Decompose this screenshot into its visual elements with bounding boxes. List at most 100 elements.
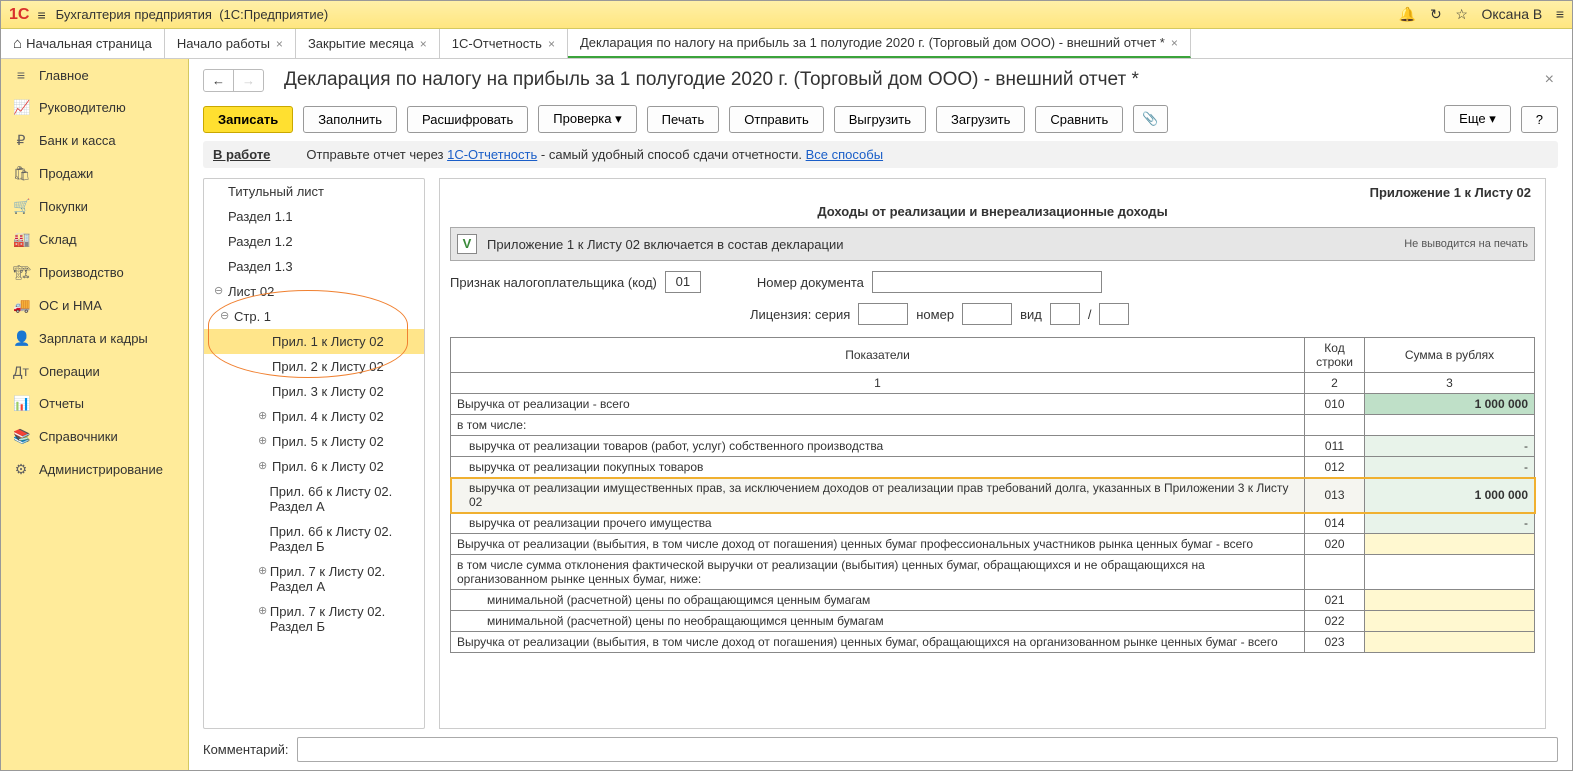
tab-month-close[interactable]: Закрытие месяца×: [296, 29, 440, 58]
table-row[interactable]: Выручка от реализации - всего0101 000 00…: [451, 394, 1535, 415]
row-sum[interactable]: [1365, 590, 1535, 611]
section-tree[interactable]: Титульный листРаздел 1.1Раздел 1.2Раздел…: [203, 178, 425, 729]
table-row[interactable]: минимальной (расчетной) цены по обращающ…: [451, 590, 1535, 611]
license-series-input[interactable]: [858, 303, 908, 325]
fill-button[interactable]: Заполнить: [303, 106, 397, 133]
row-sum[interactable]: 1 000 000: [1365, 478, 1535, 513]
more-button[interactable]: Еще ▾: [1444, 105, 1511, 133]
tree-item[interactable]: Прил. 2 к Листу 02: [204, 354, 424, 379]
tree-item[interactable]: ⊕Прил. 6 к Листу 02: [204, 454, 424, 479]
sidebar-item[interactable]: 👤Зарплата и кадры: [1, 322, 188, 355]
row-sum[interactable]: [1365, 632, 1535, 653]
table-row[interactable]: в том числе:: [451, 415, 1535, 436]
sidebar-item[interactable]: ⚙Администрирование: [1, 453, 188, 486]
table-row[interactable]: минимальной (расчетной) цены по необраща…: [451, 611, 1535, 632]
row-sum[interactable]: -: [1365, 436, 1535, 457]
include-checkbox[interactable]: V: [457, 234, 477, 254]
close-icon[interactable]: ×: [548, 37, 555, 51]
tree-toggle-icon[interactable]: ⊕: [258, 604, 270, 617]
row-sum[interactable]: -: [1365, 513, 1535, 534]
tree-item[interactable]: ⊖Лист 02: [204, 279, 424, 304]
tree-item[interactable]: Прил. 6б к Листу 02. Раздел А: [204, 479, 424, 519]
tab-home[interactable]: Начальная страница: [1, 29, 165, 58]
user-name[interactable]: Оксана В: [1482, 6, 1543, 22]
attach-button[interactable]: 📎: [1133, 105, 1167, 133]
import-button[interactable]: Загрузить: [936, 106, 1025, 133]
close-icon[interactable]: ×: [276, 37, 283, 51]
row-sum[interactable]: [1365, 534, 1535, 555]
table-row[interactable]: в том числе сумма отклонения фактической…: [451, 555, 1535, 590]
tree-toggle-icon[interactable]: ⊕: [258, 434, 272, 447]
tree-item[interactable]: Раздел 1.3: [204, 254, 424, 279]
sidebar-item[interactable]: 🚚ОС и НМА: [1, 289, 188, 322]
tree-item[interactable]: ⊕Прил. 7 к Листу 02. Раздел Б: [204, 599, 424, 639]
tree-item[interactable]: Прил. 6б к Листу 02. Раздел Б: [204, 519, 424, 559]
row-sum[interactable]: 1 000 000: [1365, 394, 1535, 415]
row-sum[interactable]: [1365, 415, 1535, 436]
tree-toggle-icon[interactable]: ⊕: [258, 459, 272, 472]
tree-item[interactable]: Титульный лист: [204, 179, 424, 204]
license-kind2-input[interactable]: [1099, 303, 1129, 325]
sidebar-item[interactable]: 📚Справочники: [1, 420, 188, 453]
tree-item[interactable]: Прил. 3 к Листу 02: [204, 379, 424, 404]
sidebar-item[interactable]: 📈Руководителю: [1, 91, 188, 124]
close-icon[interactable]: ×: [1171, 36, 1178, 50]
tree-toggle-icon[interactable]: ⊕: [258, 564, 270, 577]
license-kind-input[interactable]: [1050, 303, 1080, 325]
check-button[interactable]: Проверка ▾: [538, 105, 636, 133]
close-icon[interactable]: ×: [420, 37, 427, 51]
send-button[interactable]: Отправить: [729, 106, 823, 133]
form-pane[interactable]: Приложение 1 к Листу 02 Доходы от реализ…: [439, 178, 1546, 729]
table-row[interactable]: выручка от реализации имущественных прав…: [451, 478, 1535, 513]
export-button[interactable]: Выгрузить: [834, 106, 926, 133]
tab-declaration[interactable]: Декларация по налогу на прибыль за 1 пол…: [568, 29, 1191, 58]
link-1c-report[interactable]: 1С-Отчетность: [447, 147, 537, 162]
tab-start[interactable]: Начало работы×: [165, 29, 296, 58]
tree-item[interactable]: Раздел 1.1: [204, 204, 424, 229]
row-sum[interactable]: [1365, 555, 1535, 590]
history-icon[interactable]: ↻: [1430, 6, 1442, 22]
tree-item[interactable]: Раздел 1.2: [204, 229, 424, 254]
sidebar-item[interactable]: ДтОперации: [1, 355, 188, 387]
tree-toggle-icon[interactable]: ⊖: [220, 309, 234, 322]
tab-1c-report[interactable]: 1С-Отчетность×: [440, 29, 568, 58]
tree-toggle-icon[interactable]: ⊕: [258, 409, 272, 422]
sidebar-item[interactable]: ₽Банк и касса: [1, 124, 188, 157]
tree-item[interactable]: ⊕Прил. 5 к Листу 02: [204, 429, 424, 454]
tree-toggle-icon[interactable]: ⊖: [214, 284, 228, 297]
sidebar-item[interactable]: 📊Отчеты: [1, 387, 188, 420]
print-button[interactable]: Печать: [647, 106, 720, 133]
close-icon[interactable]: ×: [1541, 67, 1558, 93]
tree-item[interactable]: ⊕Прил. 7 к Листу 02. Раздел А: [204, 559, 424, 599]
sidebar-item[interactable]: 🛍Продажи: [1, 157, 188, 190]
status-label[interactable]: В работе: [213, 147, 270, 162]
table-row[interactable]: выручка от реализации товаров (работ, ус…: [451, 436, 1535, 457]
table-row[interactable]: выручка от реализации прочего имущества0…: [451, 513, 1535, 534]
link-all-ways[interactable]: Все способы: [806, 147, 883, 162]
taxpayer-code-input[interactable]: 01: [665, 271, 701, 293]
decode-button[interactable]: Расшифровать: [407, 106, 528, 133]
bell-icon[interactable]: 🔔: [1399, 6, 1416, 22]
hamburger-icon[interactable]: ≡: [37, 7, 45, 23]
docnum-input[interactable]: [872, 271, 1102, 293]
table-row[interactable]: Выручка от реализации (выбытия, в том чи…: [451, 534, 1535, 555]
sidebar-item[interactable]: 🏗Производство: [1, 256, 188, 289]
tree-item[interactable]: Прил. 1 к Листу 02: [204, 329, 424, 354]
sidebar-item[interactable]: ≡Главное: [1, 59, 188, 91]
table-row[interactable]: Выручка от реализации (выбытия, в том чи…: [451, 632, 1535, 653]
back-icon[interactable]: ←: [204, 70, 234, 91]
star-icon[interactable]: ☆: [1455, 6, 1468, 22]
row-sum[interactable]: -: [1365, 457, 1535, 478]
sidebar-item[interactable]: 🛒Покупки: [1, 190, 188, 223]
compare-button[interactable]: Сравнить: [1035, 106, 1123, 133]
titlebar-menu-icon[interactable]: ≡: [1556, 6, 1564, 22]
tree-item[interactable]: ⊖Стр. 1: [204, 304, 424, 329]
sidebar-item[interactable]: 🏭Склад: [1, 223, 188, 256]
help-button[interactable]: ?: [1521, 106, 1558, 133]
row-sum[interactable]: [1365, 611, 1535, 632]
license-number-input[interactable]: [962, 303, 1012, 325]
table-row[interactable]: выручка от реализации покупных товаров01…: [451, 457, 1535, 478]
tree-item[interactable]: ⊕Прил. 4 к Листу 02: [204, 404, 424, 429]
save-button[interactable]: Записать: [203, 106, 293, 133]
comment-input[interactable]: [297, 737, 1559, 762]
